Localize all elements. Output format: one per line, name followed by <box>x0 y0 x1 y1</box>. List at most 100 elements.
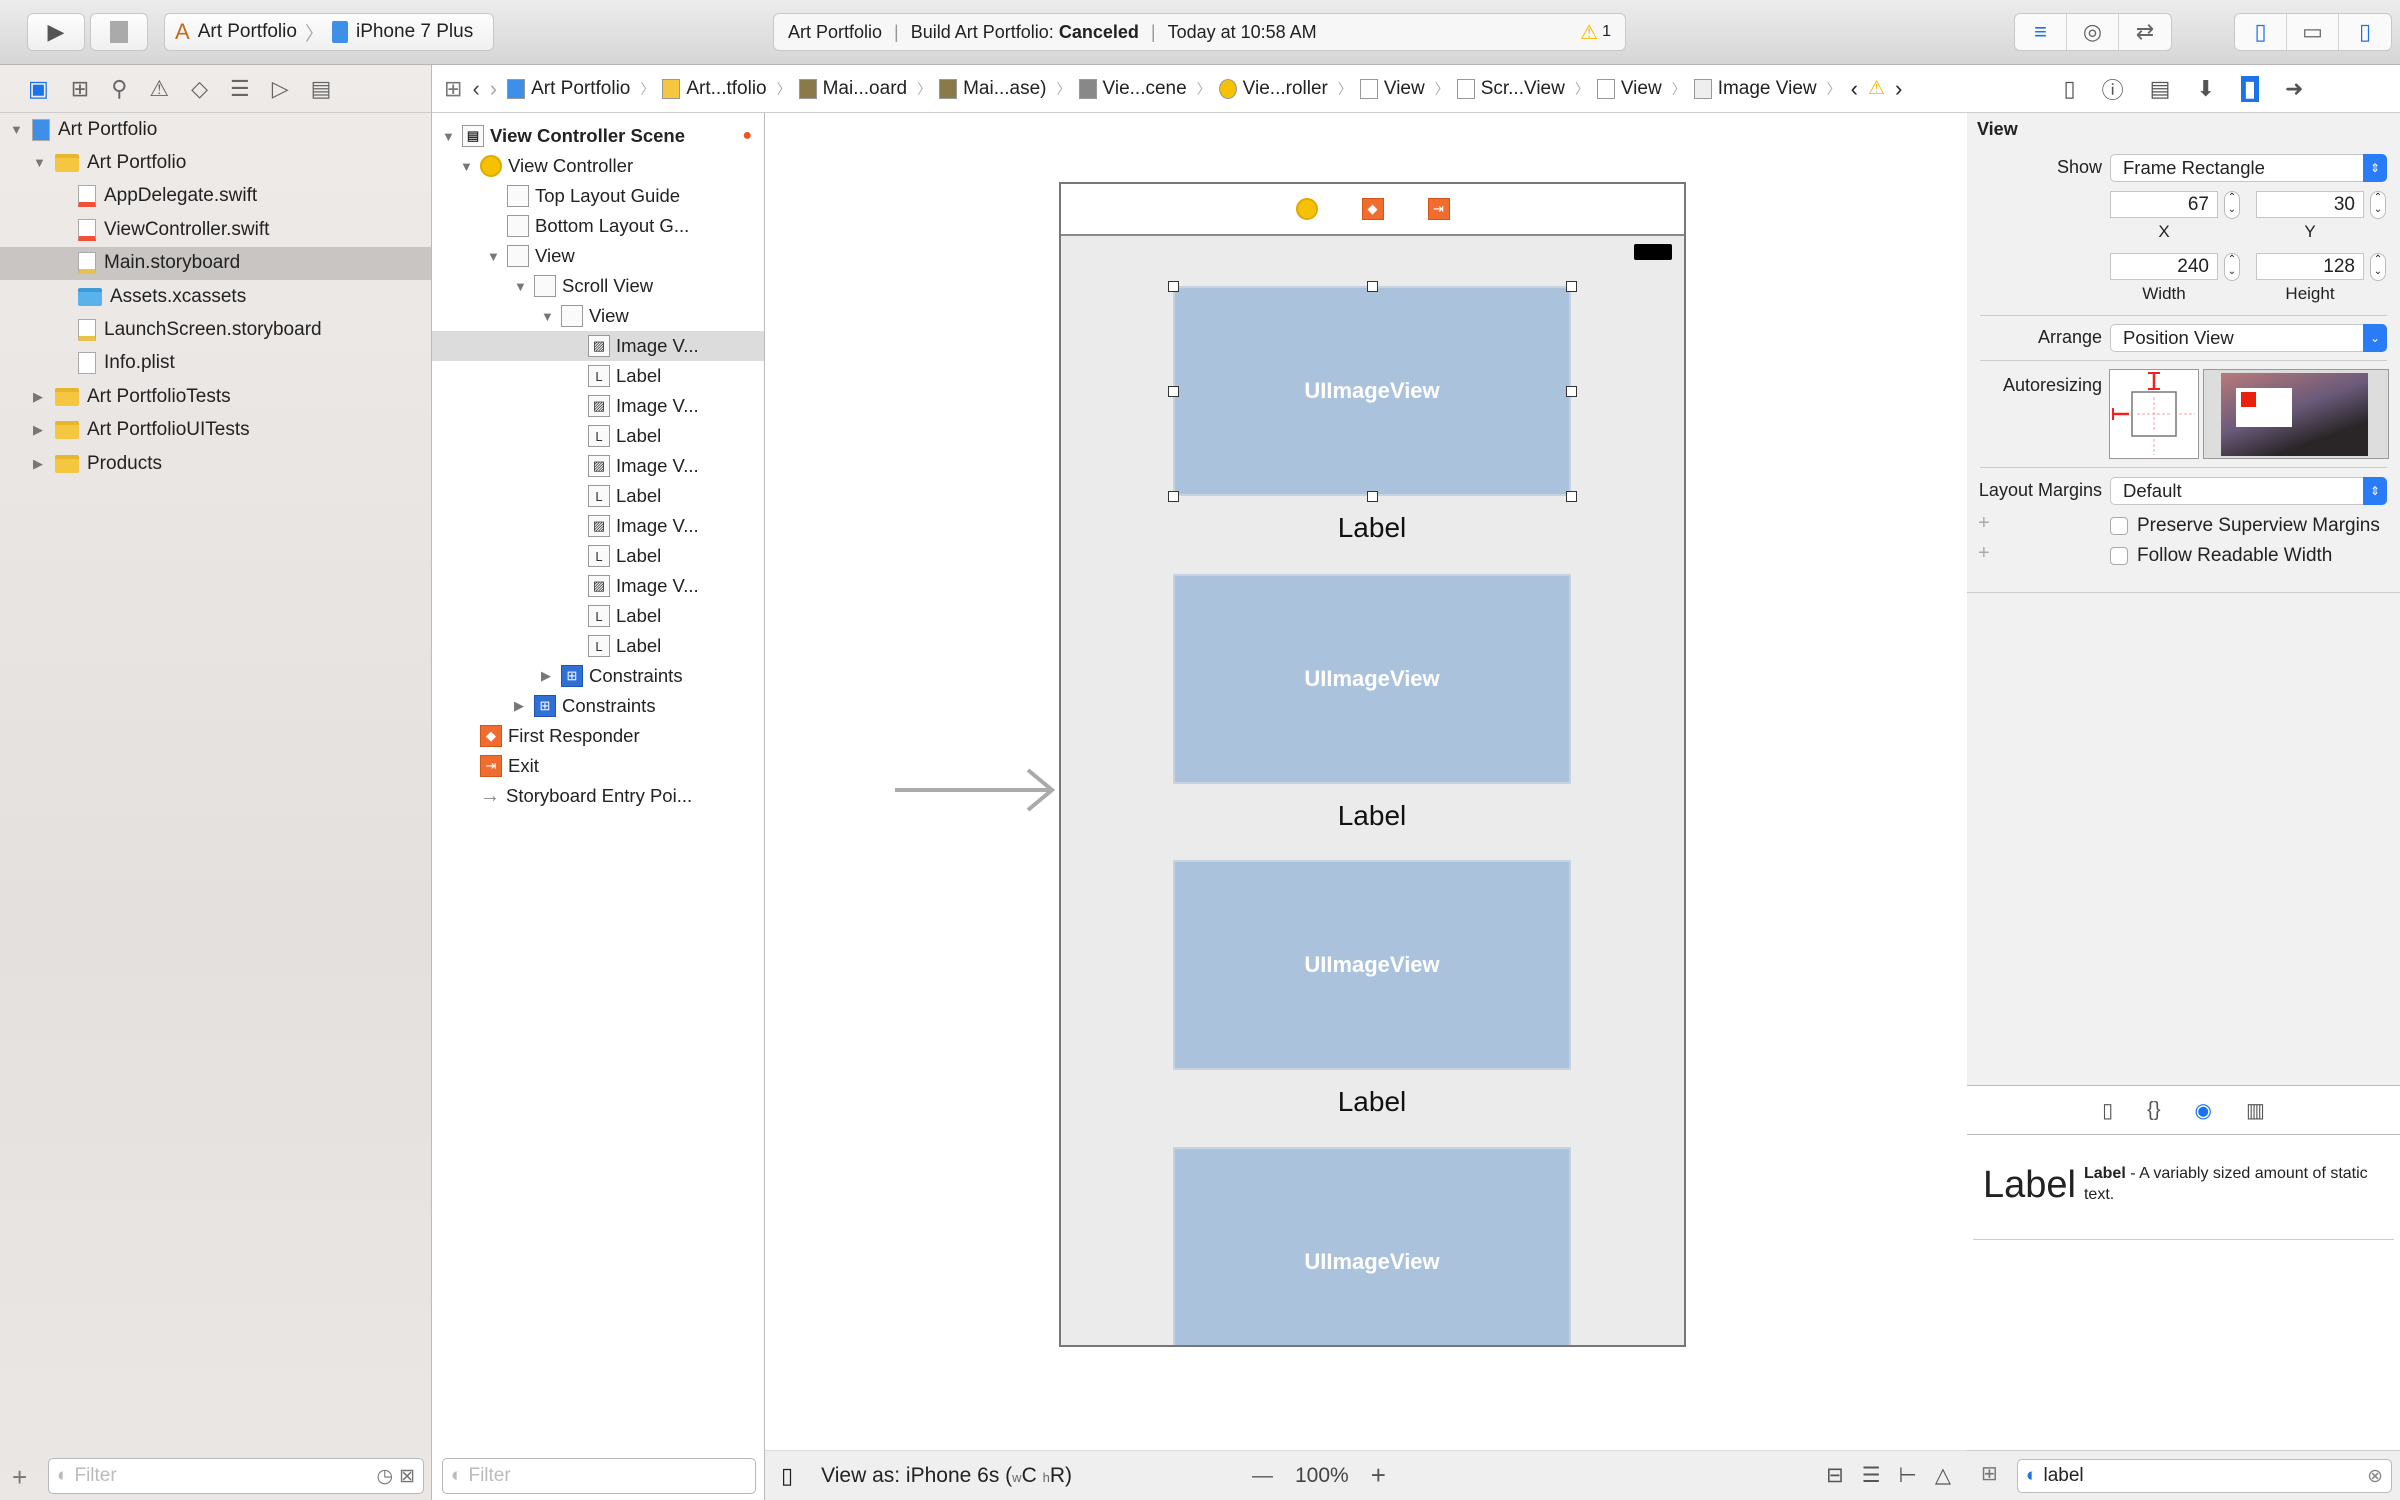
outline-item[interactable]: ▨ Image V... <box>432 511 764 541</box>
navigator-item[interactable]: ▶ Products <box>0 447 431 480</box>
outline-item[interactable]: L Label <box>432 421 764 451</box>
image-view[interactable]: UIImageView <box>1173 860 1571 1070</box>
assistant-editor-icon[interactable]: ◎ <box>2067 14 2119 50</box>
show-popup[interactable]: Frame Rectangle ⇕ <box>2110 154 2387 182</box>
navigator-item[interactable]: ViewController.swift <box>0 213 431 246</box>
navigator-item[interactable]: Main.storyboard <box>0 246 431 280</box>
breadcrumb-item[interactable]: Vie...cene <box>1078 78 1211 100</box>
width-field[interactable]: 240 <box>2110 253 2218 280</box>
standard-editor-icon[interactable]: ≡ <box>2015 14 2067 50</box>
height-field[interactable]: 128 <box>2256 253 2364 280</box>
outline-item[interactable]: L Label <box>432 361 764 391</box>
view-as-button[interactable]: View as: iPhone 6s (wC hR) <box>821 1464 1072 1488</box>
disclosure-open-icon[interactable]: ▼ <box>33 155 47 170</box>
library-search-input[interactable]: ◐ label ⊗ <box>2017 1459 2392 1493</box>
navigator-item[interactable]: Assets.xcassets <box>0 280 431 313</box>
test-tab-icon[interactable]: ◇ <box>191 76 208 102</box>
preserve-margins-checkbox[interactable] <box>2110 517 2128 535</box>
breakpoint-tab-icon[interactable]: ▷ <box>272 76 289 102</box>
breadcrumb-item[interactable]: View <box>1596 78 1686 100</box>
outline-item[interactable]: ▨ Image V... <box>432 571 764 601</box>
add-variation-icon[interactable]: + <box>1978 512 1990 535</box>
y-field[interactable]: 30 <box>2256 191 2364 218</box>
outline-item[interactable]: ◆ First Responder <box>432 721 764 751</box>
forward-icon[interactable]: › <box>490 76 497 102</box>
navigator-item[interactable]: LaunchScreen.storyboard <box>0 313 431 346</box>
navigator-item[interactable]: ▼ Art Portfolio <box>0 146 431 179</box>
outline-item[interactable]: ▼ View <box>432 241 764 271</box>
pin-icon[interactable]: ⊢ <box>1899 1463 1917 1488</box>
version-editor-icon[interactable]: ⇄ <box>2119 14 2171 50</box>
navigator-item[interactable]: ▶ Art PortfolioUITests <box>0 414 431 447</box>
zoom-in-button[interactable]: + <box>1371 1460 1386 1491</box>
disclosure-icon[interactable]: ▼ <box>460 159 474 174</box>
outline-item[interactable]: L Label <box>432 631 764 661</box>
resize-handle[interactable] <box>1168 491 1179 502</box>
disclosure-open-icon[interactable]: ▼ <box>10 122 24 137</box>
outline-item[interactable]: → Storyboard Entry Poi... <box>432 781 764 811</box>
search-tab-icon[interactable]: ⚲ <box>111 76 127 102</box>
disclosure-icon[interactable]: ▼ <box>514 279 528 294</box>
disclosure-icon[interactable]: ▼ <box>541 309 555 324</box>
width-stepper[interactable]: ⌃ ⌄ <box>2224 253 2240 281</box>
outline-item[interactable]: ⇥ Exit <box>432 751 764 781</box>
media-library-icon[interactable]: ▥ <box>2246 1098 2265 1123</box>
resize-handle[interactable] <box>1168 281 1179 292</box>
exit-icon[interactable]: ⇥ <box>1427 198 1450 220</box>
add-icon[interactable]: + <box>12 1462 27 1493</box>
outline-item[interactable]: Bottom Layout G... <box>432 211 764 241</box>
run-button[interactable]: ▶ <box>27 13 85 51</box>
resize-handle[interactable] <box>1367 491 1378 502</box>
quick-help-icon[interactable]: ⓘ <box>2102 73 2124 105</box>
entry-point-arrow[interactable] <box>890 765 1060 815</box>
identity-inspector-icon[interactable]: ▤ <box>2150 76 2171 102</box>
navigator-toggle-icon[interactable]: ▯ <box>2235 14 2287 50</box>
file-inspector-icon[interactable]: ▯ <box>2064 76 2076 102</box>
disclosure-icon[interactable]: ▶ <box>514 698 528 714</box>
outline-item[interactable]: ▼ Scroll View <box>432 271 764 301</box>
scene-header[interactable]: ▼ ▤ View Controller Scene ● <box>442 121 762 151</box>
grid-view-icon[interactable]: ⊞ <box>1981 1461 1998 1486</box>
recent-icon[interactable]: ◷ <box>376 1465 393 1488</box>
navigator-item[interactable]: ▶ Art PortfolioTests <box>0 380 431 413</box>
resolve-issues-icon[interactable]: △ <box>1935 1463 1951 1488</box>
prev-issue-icon[interactable]: ‹ <box>1851 76 1858 102</box>
first-responder-icon[interactable]: ◆ <box>1361 198 1384 220</box>
resize-handle[interactable] <box>1367 281 1378 292</box>
label[interactable]: Label <box>1173 512 1571 544</box>
scheme-selector[interactable]: A Art Portfolio 〉 iPhone 7 Plus <box>164 13 494 51</box>
embed-stack-icon[interactable]: ⊟ <box>1826 1463 1844 1488</box>
breadcrumb-item[interactable]: View <box>1359 78 1449 100</box>
outline-item[interactable]: Top Layout Guide <box>432 181 764 211</box>
outline-item[interactable]: ▼ View Controller <box>432 151 764 181</box>
related-items-icon[interactable]: ⊞ <box>444 76 462 102</box>
size-inspector-icon[interactable]: ▮ <box>2240 75 2260 102</box>
outline-filter[interactable]: ◐ Filter <box>442 1458 756 1494</box>
resize-handle[interactable] <box>1566 491 1577 502</box>
back-icon[interactable]: ‹ <box>472 76 479 102</box>
disclosure-closed-icon[interactable]: ▶ <box>33 422 47 438</box>
navigator-item[interactable]: ▼ Art Portfolio <box>0 113 431 146</box>
view-controller-icon[interactable] <box>1295 198 1318 220</box>
object-library-icon[interactable]: ◉ <box>2195 1098 2212 1123</box>
error-icon[interactable]: ● <box>742 127 752 145</box>
breadcrumb-item[interactable]: Vie...roller <box>1218 78 1352 100</box>
stop-button[interactable] <box>90 13 148 51</box>
y-stepper[interactable]: ⌃ ⌄ <box>2370 191 2386 219</box>
outline-item[interactable]: ▶ ⊞ Constraints <box>432 691 764 721</box>
x-field[interactable]: 67 <box>2110 191 2218 218</box>
disclosure-icon[interactable]: ▼ <box>487 249 501 264</box>
resize-handle[interactable] <box>1566 281 1577 292</box>
autoresizing-mask-control[interactable] <box>2109 369 2199 459</box>
outline-toggle-icon[interactable]: ▯ <box>781 1463 793 1489</box>
add-variation-icon[interactable]: + <box>1978 542 1990 565</box>
navigator-filter[interactable]: ◐ Filter ◷ ⊠ <box>48 1458 424 1494</box>
outline-item[interactable]: ▼ View <box>432 301 764 331</box>
outline-item[interactable]: ▶ ⊞ Constraints <box>432 661 764 691</box>
navigator-item[interactable]: Info.plist <box>0 347 431 380</box>
zoom-out-button[interactable]: — <box>1252 1464 1273 1488</box>
library-item[interactable]: Label Label - A variably sized amount of… <box>1973 1135 2394 1240</box>
outline-item[interactable]: ▨ Image V... <box>432 391 764 421</box>
warning-icon[interactable]: ⚠ <box>1868 77 1885 100</box>
align-icon[interactable]: ☰ <box>1862 1463 1881 1488</box>
